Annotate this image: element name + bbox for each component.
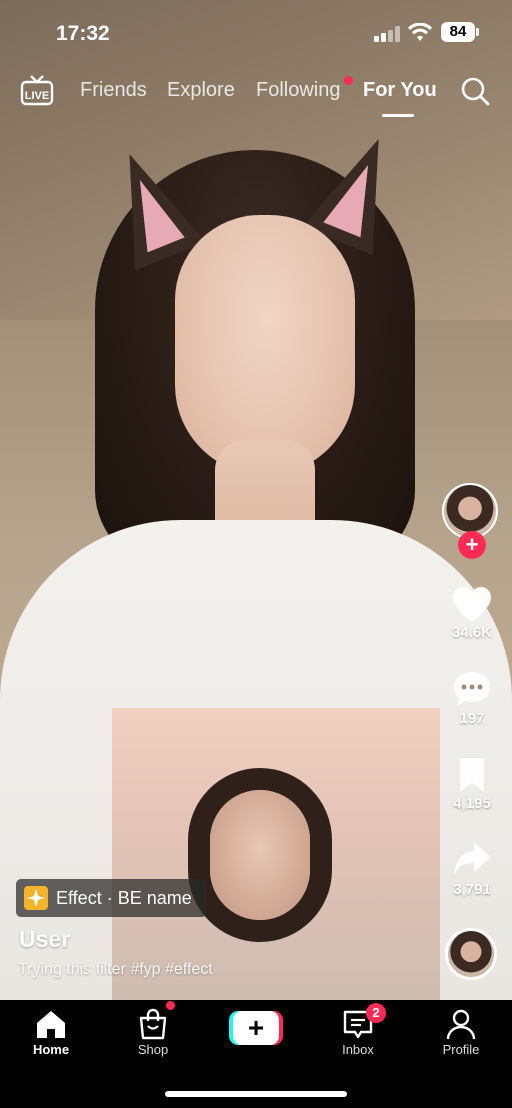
comment-icon[interactable]: [452, 670, 492, 708]
tab-home[interactable]: Home: [11, 1008, 91, 1057]
cellular-signal-icon: [374, 26, 402, 42]
bookmark-icon[interactable]: [452, 756, 492, 794]
search-icon[interactable]: [460, 76, 490, 106]
music-disc[interactable]: [445, 928, 497, 980]
following-notification-dot: [344, 76, 353, 85]
status-time: 17:32: [56, 22, 110, 45]
like-count: 34.6K: [451, 624, 493, 641]
tab-following[interactable]: Following: [256, 79, 340, 102]
plus-icon: +: [233, 1011, 279, 1045]
wifi-icon: [408, 23, 432, 41]
effect-sparkle-icon: [24, 886, 48, 910]
tab-for-you[interactable]: For You: [363, 79, 437, 102]
tab-inbox-label: Inbox: [342, 1042, 374, 1057]
app-screen: 17:32 84 LIVE Friends Explore Following …: [0, 0, 512, 1108]
comment-count: 197: [459, 710, 485, 727]
follow-button[interactable]: +: [458, 531, 486, 559]
video-player[interactable]: [0, 0, 512, 1000]
live-icon[interactable]: LIVE: [20, 74, 54, 106]
home-icon: [37, 1011, 65, 1038]
status-bar: 17:32 84: [0, 0, 512, 62]
person-icon: [446, 1009, 476, 1040]
home-indicator[interactable]: [165, 1091, 347, 1097]
post-caption[interactable]: Trying this filter #fyp #effect: [18, 961, 213, 979]
tab-explore[interactable]: Explore: [167, 79, 235, 102]
tab-home-label: Home: [32, 1042, 70, 1057]
tab-shop[interactable]: Shop: [113, 1008, 193, 1057]
tab-friends[interactable]: Friends: [80, 79, 147, 102]
save-count: 4,195: [453, 795, 491, 812]
tab-inbox[interactable]: Inbox: [318, 1008, 398, 1057]
shop-notification-dot: [166, 1001, 175, 1010]
share-count: 3,791: [453, 881, 491, 898]
post-username[interactable]: User: [19, 926, 70, 953]
create-button[interactable]: +: [229, 1011, 283, 1045]
heart-icon[interactable]: [452, 586, 492, 624]
effect-chip[interactable]: Effect · BE name: [16, 879, 207, 917]
top-navigation: LIVE Friends Explore Following For You: [0, 70, 512, 117]
tab-profile[interactable]: Profile: [421, 1008, 501, 1057]
svg-text:LIVE: LIVE: [25, 90, 49, 102]
tab-profile-label: Profile: [442, 1042, 480, 1057]
battery-icon: 84: [441, 22, 479, 42]
share-icon[interactable]: [452, 840, 492, 878]
active-tab-indicator: [382, 114, 414, 117]
effect-label: Effect · BE name: [56, 888, 192, 908]
inbox-badge: 2: [366, 1003, 386, 1023]
shopping-bag-icon: [139, 1008, 167, 1040]
tab-shop-label: Shop: [137, 1042, 169, 1057]
